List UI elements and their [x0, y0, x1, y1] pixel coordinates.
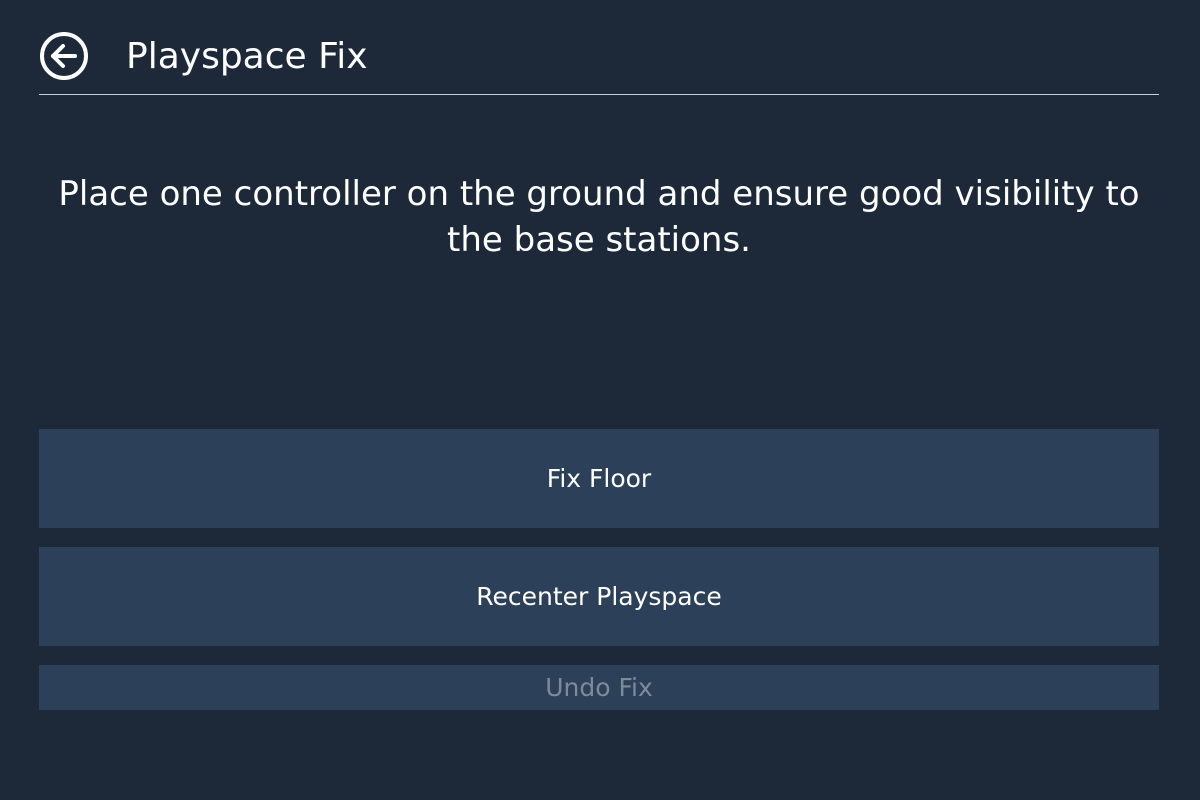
instruction-text: Place one controller on the ground and e… — [58, 174, 1140, 260]
fix-floor-button[interactable]: Fix Floor — [39, 429, 1159, 528]
page-title: Playspace Fix — [126, 36, 368, 77]
playspace-fix-page: Playspace Fix Place one controller on th… — [0, 0, 1200, 800]
header: Playspace Fix — [39, 0, 1159, 95]
undo-fix-button[interactable]: Undo Fix — [39, 665, 1159, 710]
back-button[interactable] — [39, 31, 89, 81]
recenter-playspace-button[interactable]: Recenter Playspace — [39, 547, 1159, 646]
arrow-left-circle-icon — [40, 32, 88, 80]
